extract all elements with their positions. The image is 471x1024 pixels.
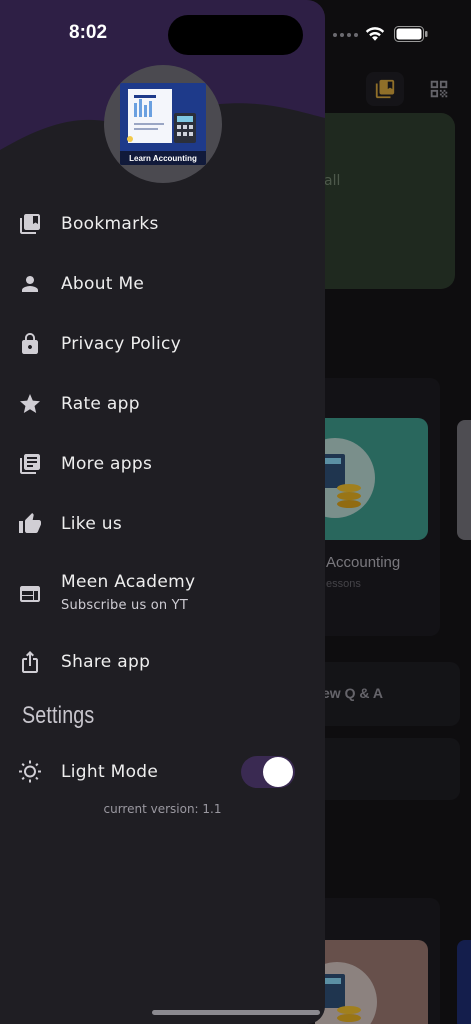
web-icon xyxy=(18,582,42,606)
accounting-illustration xyxy=(120,89,206,165)
wifi-icon xyxy=(365,27,385,41)
menu-item-label: Share app xyxy=(61,652,151,672)
person-icon xyxy=(18,272,42,296)
status-bar: 8:02 xyxy=(0,0,471,60)
home-indicator[interactable] xyxy=(152,1010,320,1015)
version-text: current version: 1.1 xyxy=(103,802,222,816)
menu-item-rate[interactable]: Rate app xyxy=(0,376,325,432)
menu-item-label: More apps xyxy=(61,454,153,474)
menu-item-bookmarks[interactable]: Bookmarks xyxy=(0,196,325,252)
dynamic-island xyxy=(168,15,303,55)
menu-item-label: Meen Academy xyxy=(61,572,196,592)
thumb-up-icon xyxy=(18,512,42,536)
menu-item-label: Rate app xyxy=(61,394,140,414)
menu-item-more-apps[interactable]: More apps xyxy=(0,436,325,492)
brightness-icon xyxy=(18,760,42,784)
app-logo-label: Learn Accounting xyxy=(129,154,197,163)
menu-item-subtitle: Subscribe us on YT xyxy=(61,598,188,613)
menu-item-label: About Me xyxy=(61,274,145,294)
status-time: 8:02 xyxy=(69,22,108,43)
app-logo: Learn Accounting xyxy=(120,83,206,165)
menu-item-privacy[interactable]: Privacy Policy xyxy=(0,316,325,372)
lock-icon xyxy=(18,332,42,356)
library-icon xyxy=(18,452,42,476)
menu-item-like[interactable]: Like us xyxy=(0,496,325,552)
bookmarks-icon xyxy=(18,212,42,236)
share-icon xyxy=(18,650,42,674)
cellular-signal-icon xyxy=(333,33,358,37)
star-icon xyxy=(18,392,42,416)
toggle-knob xyxy=(263,757,293,787)
menu-item-label: Like us xyxy=(61,514,123,534)
battery-icon xyxy=(394,26,428,42)
menu-item-share[interactable]: Share app xyxy=(0,634,325,690)
settings-heading: Settings xyxy=(22,702,95,729)
navigation-drawer: Learn Accounting Bookmarks About Me Priv… xyxy=(0,0,325,1024)
menu-item-label: Bookmarks xyxy=(61,214,159,234)
light-mode-label: Light Mode xyxy=(61,762,159,782)
app-logo-avatar: Learn Accounting xyxy=(104,65,222,183)
menu-item-label: Privacy Policy xyxy=(61,334,182,354)
menu-item-academy[interactable]: Meen Academy Subscribe us on YT xyxy=(0,564,325,624)
menu-item-about[interactable]: About Me xyxy=(0,256,325,312)
light-mode-toggle[interactable] xyxy=(241,756,295,788)
